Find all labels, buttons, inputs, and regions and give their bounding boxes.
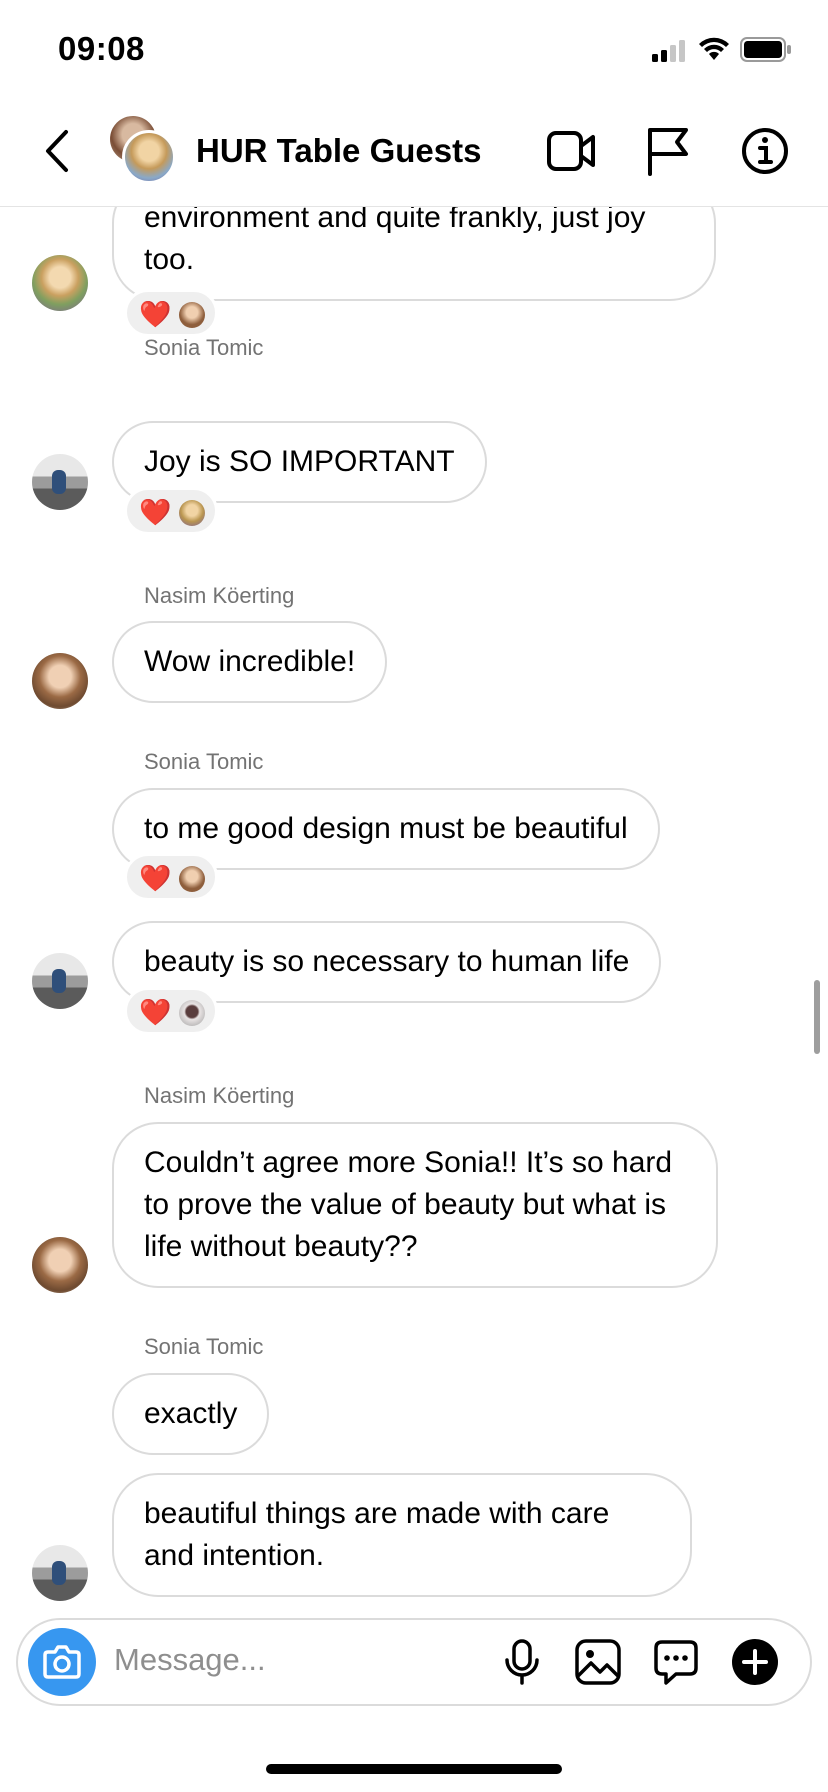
- reactor-avatar: [179, 500, 205, 526]
- plus-icon[interactable]: [730, 1637, 780, 1687]
- reaction-pill[interactable]: ❤️: [124, 987, 218, 1035]
- message-bubble[interactable]: Wow incredible!: [112, 621, 388, 703]
- heart-reaction-icon: ❤️: [139, 863, 172, 893]
- camera-icon: [43, 1645, 81, 1679]
- scrollbar-thumb[interactable]: [814, 980, 820, 1054]
- message-composer: Message...: [16, 1618, 812, 1706]
- group-avatar-front: [122, 130, 176, 184]
- status-time: 09:08: [58, 30, 145, 67]
- sender-name: Nasim Köerting: [144, 583, 295, 608]
- reactor-avatar: [179, 866, 205, 892]
- reactor-avatar: [179, 1000, 205, 1026]
- sender-name: Nasim Köerting: [144, 1083, 295, 1108]
- sender-name: Sonia Tomic: [144, 1334, 264, 1359]
- reaction-pill[interactable]: ❤️: [124, 487, 218, 535]
- gallery-icon[interactable]: [574, 1638, 622, 1686]
- back-icon[interactable]: [38, 126, 74, 176]
- heart-reaction-icon: ❤️: [139, 497, 172, 527]
- wifi-icon: [699, 37, 729, 60]
- group-avatar[interactable]: [110, 114, 180, 184]
- sender-name: Sonia Tomic: [144, 335, 264, 360]
- microphone-icon[interactable]: [502, 1638, 542, 1686]
- message-thread[interactable]: environment and quite frankly, just joy …: [0, 207, 828, 1607]
- sender-avatar[interactable]: [32, 255, 88, 311]
- sender-name: Sonia Tomic: [144, 749, 264, 774]
- message-input[interactable]: Message...: [114, 1642, 266, 1678]
- message-bubble[interactable]: environment and quite frankly, just joy …: [112, 207, 716, 301]
- video-call-icon[interactable]: [546, 128, 596, 174]
- flag-icon[interactable]: [646, 126, 690, 176]
- reaction-pill[interactable]: ❤️: [124, 289, 218, 337]
- sender-avatar[interactable]: [32, 653, 88, 709]
- sender-avatar[interactable]: [32, 1545, 88, 1601]
- battery-icon: [740, 37, 791, 62]
- sticker-icon[interactable]: [652, 1638, 700, 1686]
- message-bubble[interactable]: Couldn’t agree more Sonia!! It’s so hard…: [112, 1122, 718, 1288]
- chat-title[interactable]: HUR Table Guests: [196, 132, 481, 170]
- heart-reaction-icon: ❤️: [139, 299, 172, 329]
- message-bubble[interactable]: beautiful things are made with care and …: [112, 1473, 692, 1597]
- sender-avatar[interactable]: [32, 953, 88, 1009]
- home-indicator: [266, 1764, 562, 1774]
- heart-reaction-icon: ❤️: [139, 997, 172, 1027]
- info-icon[interactable]: [740, 126, 790, 176]
- camera-button[interactable]: [28, 1628, 96, 1696]
- chat-header: HUR Table Guests: [0, 100, 828, 207]
- reactor-avatar: [179, 302, 205, 328]
- reaction-pill[interactable]: ❤️: [124, 853, 218, 901]
- message-bubble[interactable]: exactly: [112, 1373, 270, 1455]
- cellular-signal-icon: [652, 40, 685, 62]
- status-bar: 09:08: [0, 0, 828, 100]
- sender-avatar[interactable]: [32, 454, 88, 510]
- sender-avatar[interactable]: [32, 1237, 88, 1293]
